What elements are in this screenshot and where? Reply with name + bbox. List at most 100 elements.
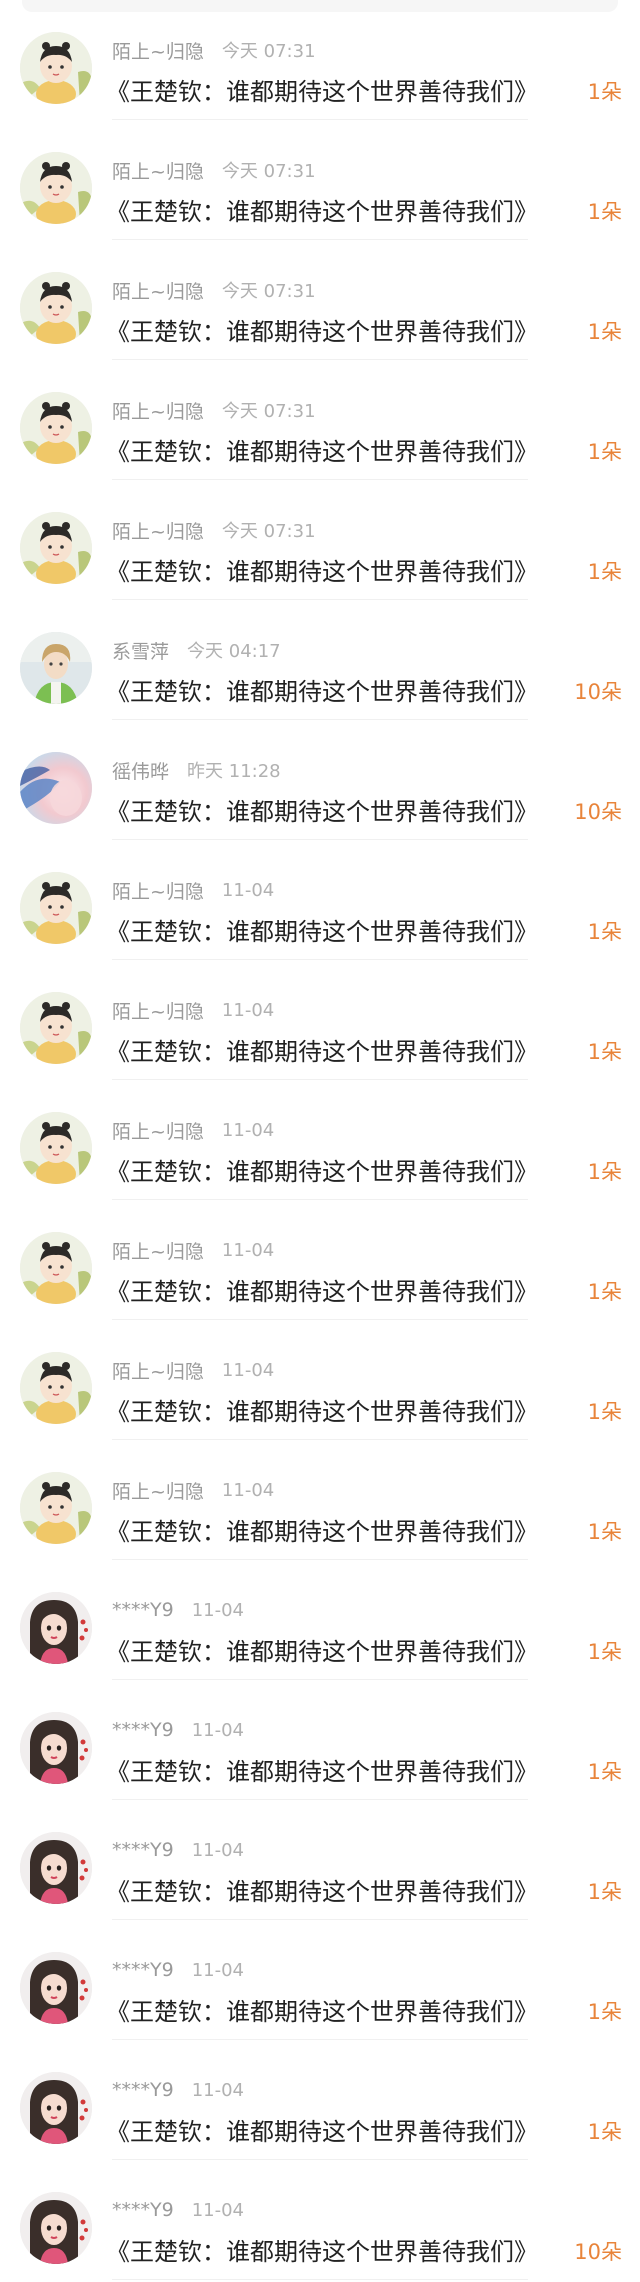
- list-item[interactable]: 系雪萍 今天 04:17 《王楚钦：谁都期待这个世界善待我们》 10朵: [0, 600, 640, 720]
- message-text: 《王楚钦：谁都期待这个世界善待我们》: [106, 1878, 538, 1906]
- cartoon-girl-avatar[interactable]: [20, 1832, 92, 1904]
- list-item[interactable]: 陌上~归隐 今天 07:31 《王楚钦：谁都期待这个世界善待我们》 1朵: [0, 480, 640, 600]
- gift-count: 1朵: [587, 920, 622, 944]
- cartoon-girl-avatar[interactable]: [20, 1592, 92, 1664]
- username[interactable]: 徭伟晔: [112, 757, 169, 784]
- name-line: ****Y9 11-04: [112, 2078, 244, 2102]
- message-text: 《王楚钦：谁都期待这个世界善待我们》: [106, 558, 538, 586]
- timestamp: 今天 07:31: [221, 161, 316, 182]
- name-line: 陌上~归隐 11-04: [112, 997, 275, 1024]
- cartoon-girl-avatar[interactable]: [20, 2072, 92, 2144]
- gift-count: 10朵: [574, 680, 622, 704]
- username[interactable]: 陌上~归隐: [112, 1237, 204, 1264]
- list-item[interactable]: ****Y9 11-04 《王楚钦：谁都期待这个世界善待我们》 1朵: [0, 1680, 640, 1800]
- username[interactable]: ****Y9: [112, 1719, 174, 1741]
- username[interactable]: 陌上~归隐: [112, 1357, 204, 1384]
- gift-count: 1朵: [587, 320, 622, 344]
- username[interactable]: 陌上~归隐: [112, 157, 204, 184]
- message-text: 《王楚钦：谁都期待这个世界善待我们》: [106, 2238, 538, 2266]
- username[interactable]: 陌上~归隐: [112, 1477, 204, 1504]
- message-text: 《王楚钦：谁都期待这个世界善待我们》: [106, 1398, 538, 1426]
- username[interactable]: 陌上~归隐: [112, 517, 204, 544]
- username[interactable]: 系雪萍: [112, 637, 169, 664]
- list-item[interactable]: 徭伟晔 昨天 11:28 《王楚钦：谁都期待这个世界善待我们》 10朵: [0, 720, 640, 840]
- cartoon-girl-avatar[interactable]: [20, 2192, 92, 2264]
- message-text: 《王楚钦：谁都期待这个世界善待我们》: [106, 438, 538, 466]
- list-item[interactable]: 陌上~归隐 今天 07:31 《王楚钦：谁都期待这个世界善待我们》 1朵: [0, 120, 640, 240]
- username[interactable]: ****Y9: [112, 2079, 174, 2101]
- list-item[interactable]: 陌上~归隐 11-04 《王楚钦：谁都期待这个世界善待我们》 1朵: [0, 1200, 640, 1320]
- username[interactable]: 陌上~归隐: [112, 397, 204, 424]
- cartoon-girl-avatar[interactable]: [20, 1952, 92, 2024]
- timestamp: 昨天 11:28: [187, 761, 281, 782]
- name-line: ****Y9 11-04: [112, 1958, 244, 1982]
- cartoon-boy-avatar[interactable]: [20, 512, 92, 584]
- gift-count: 1朵: [587, 2000, 622, 2024]
- anime-man-avatar[interactable]: [20, 632, 92, 704]
- username[interactable]: ****Y9: [112, 2199, 174, 2221]
- username[interactable]: 陌上~归隐: [112, 877, 204, 904]
- blurred-photo-avatar[interactable]: [20, 752, 92, 824]
- timestamp: 11-04: [221, 1359, 275, 1381]
- list-item[interactable]: ****Y9 11-04 《王楚钦：谁都期待这个世界善待我们》 1朵: [0, 1920, 640, 2040]
- list-item[interactable]: 陌上~归隐 11-04 《王楚钦：谁都期待这个世界善待我们》 1朵: [0, 840, 640, 960]
- gift-count: 1朵: [587, 440, 622, 464]
- cartoon-boy-avatar[interactable]: [20, 1232, 92, 1304]
- gift-count: 1朵: [587, 1160, 622, 1184]
- list-item[interactable]: ****Y9 11-04 《王楚钦：谁都期待这个世界善待我们》 1朵: [0, 1800, 640, 1920]
- cartoon-boy-avatar[interactable]: [20, 1472, 92, 1544]
- timestamp: 11-04: [191, 1719, 245, 1741]
- cartoon-boy-avatar[interactable]: [20, 392, 92, 464]
- gift-count: 1朵: [587, 1520, 622, 1544]
- gift-count: 1朵: [587, 1280, 622, 1304]
- username[interactable]: 陌上~归隐: [112, 37, 204, 64]
- message-text: 《王楚钦：谁都期待这个世界善待我们》: [106, 78, 538, 106]
- timestamp: 11-04: [221, 1239, 275, 1261]
- message-text: 《王楚钦：谁都期待这个世界善待我们》: [106, 318, 538, 346]
- gift-count: 1朵: [587, 1400, 622, 1424]
- message-text: 《王楚钦：谁都期待这个世界善待我们》: [106, 1278, 538, 1306]
- message-text: 《王楚钦：谁都期待这个世界善待我们》: [106, 1518, 538, 1546]
- list-item[interactable]: ****Y9 11-04 《王楚钦：谁都期待这个世界善待我们》 10朵: [0, 2160, 640, 2280]
- timestamp: 11-04: [221, 999, 275, 1021]
- timestamp: 11-04: [191, 2079, 245, 2101]
- list-item[interactable]: ****Y9 11-04 《王楚钦：谁都期待这个世界善待我们》 1朵: [0, 1560, 640, 1680]
- name-line: 陌上~归隐 今天 07:31: [112, 277, 316, 304]
- name-line: 陌上~归隐 11-04: [112, 1237, 275, 1264]
- cartoon-boy-avatar[interactable]: [20, 272, 92, 344]
- username[interactable]: ****Y9: [112, 1959, 174, 1981]
- list-item[interactable]: 陌上~归隐 11-04 《王楚钦：谁都期待这个世界善待我们》 1朵: [0, 1440, 640, 1560]
- message-text: 《王楚钦：谁都期待这个世界善待我们》: [106, 1758, 538, 1786]
- cartoon-boy-avatar[interactable]: [20, 1352, 92, 1424]
- username[interactable]: 陌上~归隐: [112, 997, 204, 1024]
- list-item[interactable]: 陌上~归隐 11-04 《王楚钦：谁都期待这个世界善待我们》 1朵: [0, 1320, 640, 1440]
- cartoon-girl-avatar[interactable]: [20, 1712, 92, 1784]
- list-item[interactable]: 陌上~归隐 今天 07:31 《王楚钦：谁都期待这个世界善待我们》 1朵: [0, 0, 640, 120]
- message-text: 《王楚钦：谁都期待这个世界善待我们》: [106, 1158, 538, 1186]
- name-line: 陌上~归隐 11-04: [112, 1357, 275, 1384]
- name-line: ****Y9 11-04: [112, 2198, 244, 2222]
- timestamp: 11-04: [191, 1599, 245, 1621]
- name-line: 陌上~归隐 11-04: [112, 1477, 274, 1504]
- gift-count: 1朵: [587, 1760, 622, 1784]
- name-line: 陌上~归隐 11-04: [112, 877, 275, 904]
- username[interactable]: 陌上~归隐: [112, 277, 204, 304]
- list-item[interactable]: 陌上~归隐 今天 07:31 《王楚钦：谁都期待这个世界善待我们》 1朵: [0, 360, 640, 480]
- cartoon-boy-avatar[interactable]: [20, 32, 92, 104]
- username[interactable]: ****Y9: [112, 1599, 174, 1621]
- cartoon-boy-avatar[interactable]: [20, 992, 92, 1064]
- list-item[interactable]: ****Y9 11-04 《王楚钦：谁都期待这个世界善待我们》 1朵: [0, 2040, 640, 2160]
- list-item[interactable]: 陌上~归隐 11-04 《王楚钦：谁都期待这个世界善待我们》 1朵: [0, 960, 640, 1080]
- list-item[interactable]: 陌上~归隐 今天 07:31 《王楚钦：谁都期待这个世界善待我们》 1朵: [0, 240, 640, 360]
- timestamp: 11-04: [221, 879, 275, 901]
- username[interactable]: 陌上~归隐: [112, 1117, 204, 1144]
- timestamp: 11-04: [191, 2199, 245, 2221]
- cartoon-boy-avatar[interactable]: [20, 1112, 92, 1184]
- name-line: 陌上~归隐 今天 07:31: [112, 37, 316, 64]
- cartoon-boy-avatar[interactable]: [20, 152, 92, 224]
- cartoon-boy-avatar[interactable]: [20, 872, 92, 944]
- username[interactable]: ****Y9: [112, 1839, 174, 1861]
- gift-count: 1朵: [587, 1640, 622, 1664]
- timestamp: 今天 07:31: [221, 41, 316, 62]
- list-item[interactable]: 陌上~归隐 11-04 《王楚钦：谁都期待这个世界善待我们》 1朵: [0, 1080, 640, 1200]
